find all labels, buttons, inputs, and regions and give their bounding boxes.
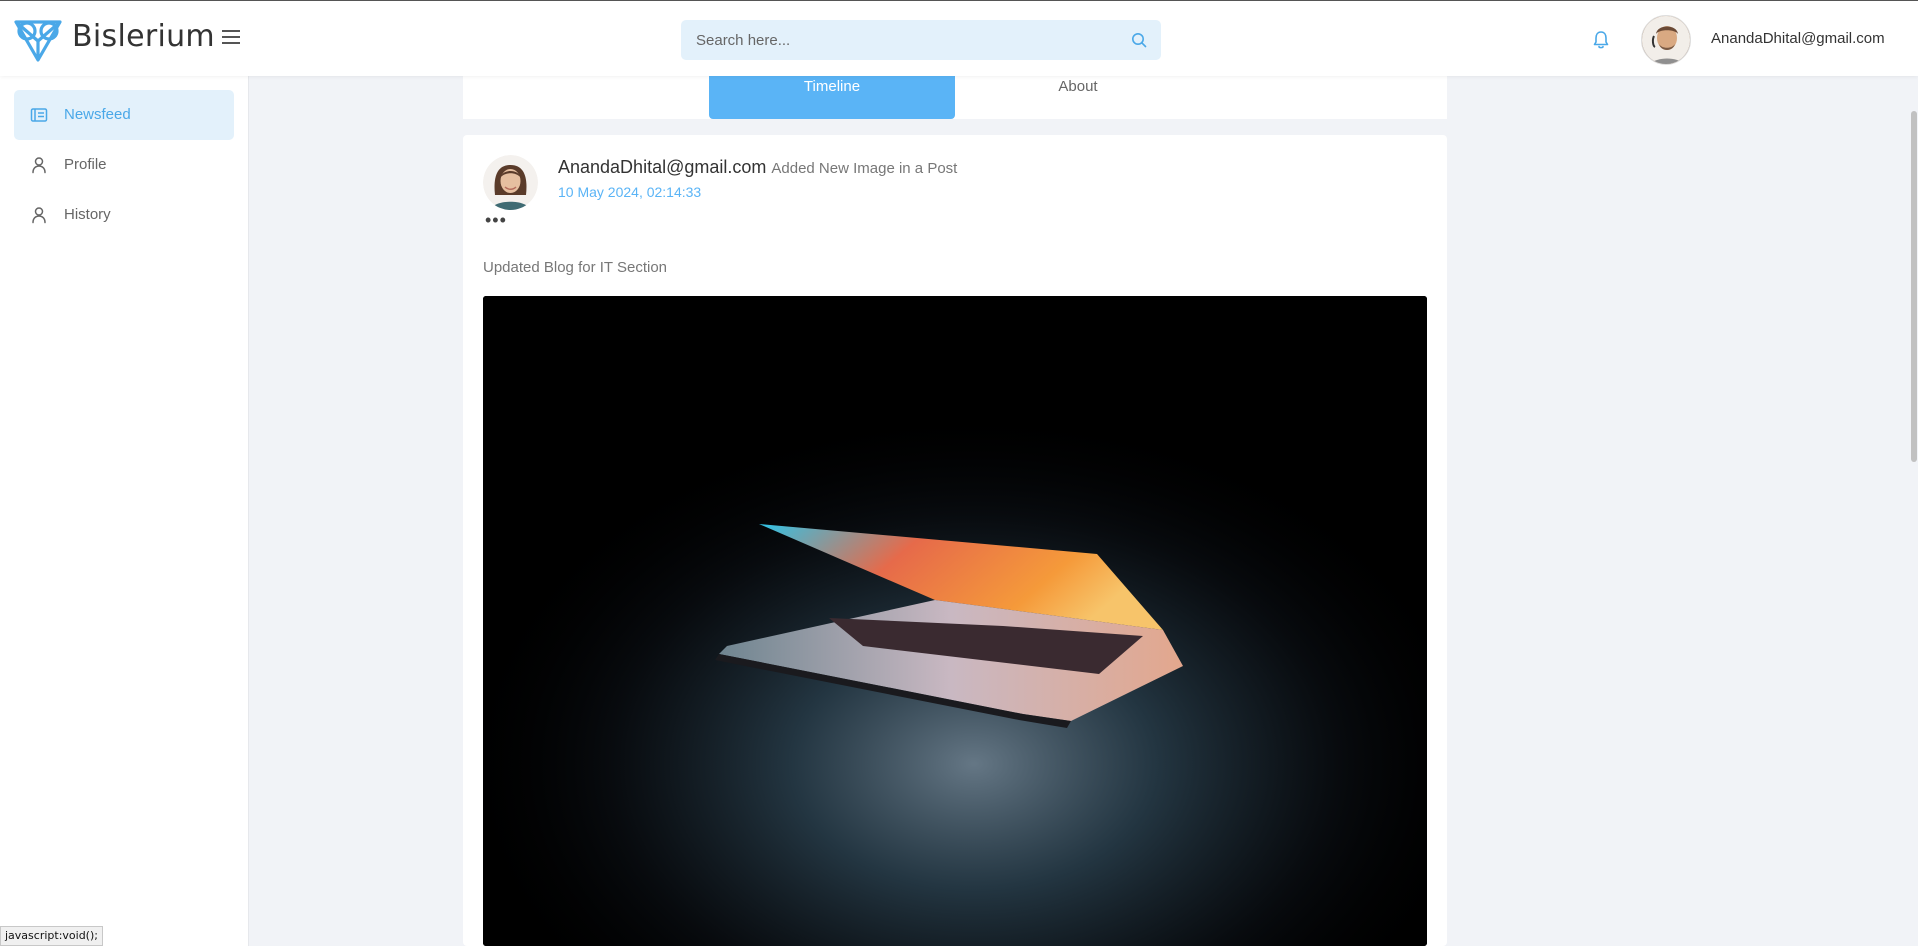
profile-tabs: Timeline About [463,76,1447,119]
tab-timeline[interactable]: Timeline [709,76,955,119]
user-icon [32,157,46,174]
post-text: Updated Blog for IT Section [483,259,667,276]
sidebar-item-label: Newsfeed [64,106,131,123]
page-scrollbar[interactable] [1909,76,1918,946]
post-action: Added New Image in a Post [771,160,958,177]
scrollbar-thumb[interactable] [1911,111,1917,462]
sidebar-item-history[interactable]: History [14,190,234,240]
bislerium-logo[interactable] [12,17,64,63]
brand-name[interactable]: Bislerium [72,19,215,54]
search-icon[interactable] [1131,32,1147,48]
sidebar-item-profile[interactable]: Profile [14,140,234,190]
user-icon [32,207,46,224]
post-timestamp: 10 May 2024, 02:14:33 [558,184,702,200]
post-author-line: AnandaDhital@gmail.com Added New Image i… [558,157,957,178]
bell-icon[interactable] [1592,30,1610,50]
more-options-icon[interactable]: ••• [485,211,507,229]
post-author-avatar[interactable] [483,155,538,210]
post-image[interactable] [483,296,1427,946]
tab-about[interactable]: About [955,76,1201,119]
sidebar: Newsfeed Profile History [0,76,249,946]
newsfeed-icon [30,108,48,122]
post-card: AnandaDhital@gmail.com Added New Image i… [463,135,1447,946]
sidebar-item-label: Profile [64,156,107,173]
search-input[interactable] [681,20,1161,60]
top-navbar: Bislerium AnandaDhital@gmail.com [0,0,1918,76]
menu-icon[interactable] [222,30,240,44]
sidebar-item-newsfeed[interactable]: Newsfeed [14,90,234,140]
post-author[interactable]: AnandaDhital@gmail.com [558,157,766,177]
user-avatar[interactable] [1641,15,1691,65]
search-bar [681,20,1161,60]
status-url-tooltip: javascript:void(); [0,926,103,946]
user-email[interactable]: AnandaDhital@gmail.com [1711,30,1885,47]
sidebar-item-label: History [64,206,111,223]
